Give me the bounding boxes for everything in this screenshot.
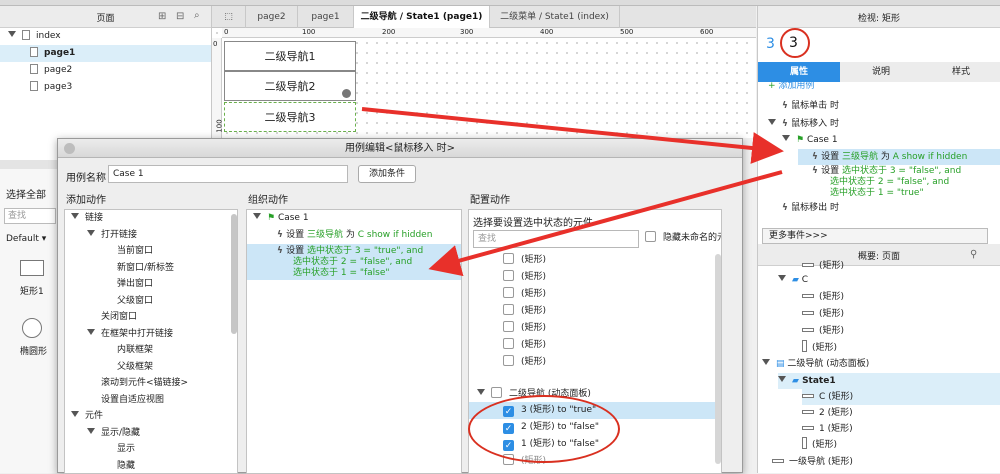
annotation-arrows — [0, 0, 1000, 473]
arrow-to-inspector — [362, 109, 772, 150]
arrow-to-dialog — [440, 172, 782, 266]
